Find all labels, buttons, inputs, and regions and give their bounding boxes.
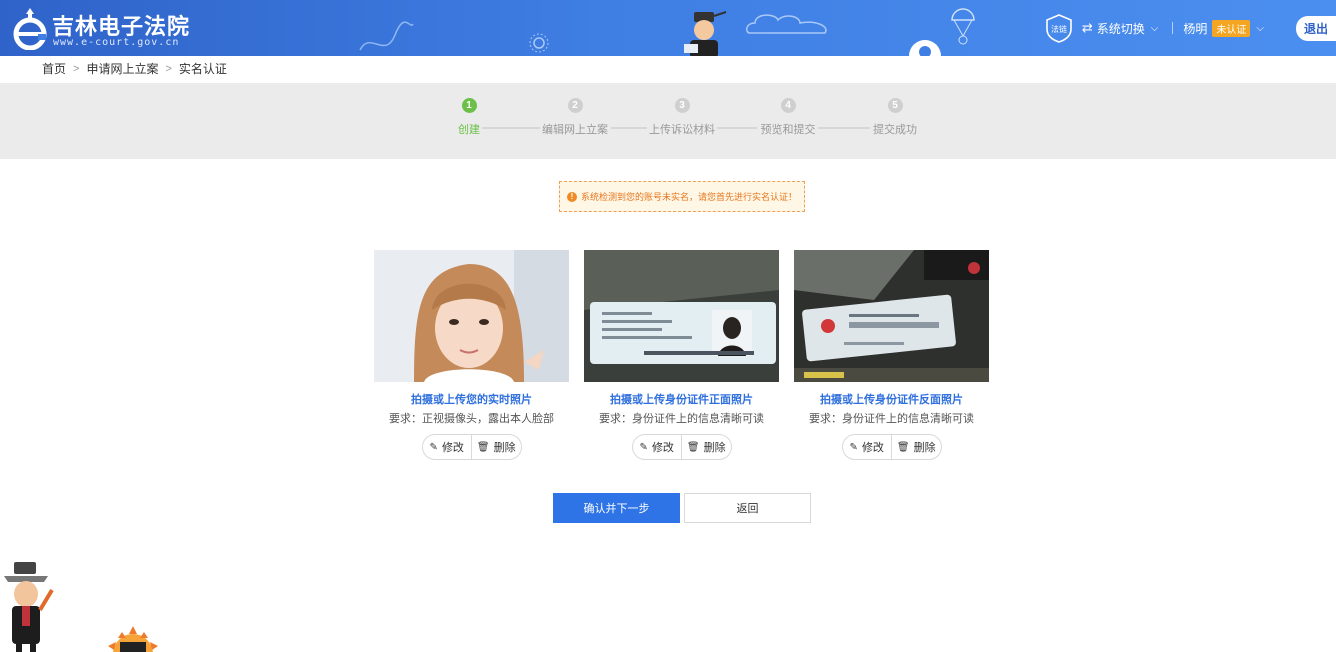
chevron-right-icon: > [73,62,80,75]
delete-button[interactable]: 🗑 删除 [471,435,521,459]
sun-decoration-icon [529,33,549,53]
notice-text: 系统检测到您的账号未实名，请您首先进行实名认证！ [580,192,797,202]
parachute-decoration-icon [951,8,975,45]
trash-icon: 🗑 [476,441,490,453]
chevron-right-icon: > [165,62,172,75]
step-edit-case: 2 编辑网上立案 [535,98,615,137]
breadcrumb-apply-case[interactable]: 申请网上立案 [86,60,158,77]
selfie-photo-icon [374,250,569,382]
robot-decoration-icon [909,40,941,56]
edit-label: 修改 [861,442,884,454]
id-card-back-photo-icon [794,250,989,382]
id-front-image[interactable] [584,250,779,382]
sun-mascot-icon [108,626,158,652]
e-court-logo[interactable] [10,6,50,50]
delete-button[interactable]: 🗑 删除 [891,435,941,459]
unverified-badge: 未认证 [1212,19,1251,37]
edit-label: 修改 [651,442,674,454]
cloud-decoration-icon [745,14,827,34]
step-number: 4 [780,98,796,113]
delete-label: 删除 [703,442,726,454]
delete-button[interactable]: 🗑 删除 [681,435,731,459]
chevron-down-icon: ⌵ [1150,22,1159,34]
system-switch-dropdown[interactable]: ⇄ 系统切换 ⌵ [1082,20,1159,37]
logout-button[interactable]: 退出 [1295,15,1336,41]
pencil-icon: ✎ [429,441,438,453]
progress-steps: 1 创建 2 编辑网上立案 3 上传诉讼材料 4 预览和提交 5 提交成功 [0,83,1336,159]
warning-icon: ! [566,191,577,202]
edit-label: 修改 [441,442,464,454]
step-label: 上传诉讼材料 [649,124,715,136]
swirl-decoration-icon [359,21,414,51]
confirm-next-button[interactable]: 确认并下一步 [553,493,680,523]
card-requirement: 要求：身份证件上的信息清晰可读 [599,413,764,425]
site-url: www.e-court.gov.cn [53,37,180,48]
step-upload-materials: 3 上传诉讼材料 [642,98,722,137]
step-label: 提交成功 [873,124,917,136]
step-number: 5 [887,98,903,113]
top-header: 吉林电子法院 www.e-court.gov.cn 法链 ⇄ 系统切换 ⌵ 杨明… [0,0,1336,56]
step-number: 1 [461,98,477,113]
step-connector [482,127,540,129]
chevron-down-icon: ⌵ [1256,22,1264,34]
trash-icon: 🗑 [686,441,700,453]
step-number: 2 [567,98,583,113]
live-photo-image[interactable] [374,250,569,382]
edit-button[interactable]: ✎ 修改 [423,435,472,459]
verification-notice: ! 系统检测到您的账号未实名，请您首先进行实名认证！ [559,181,805,212]
card-title[interactable]: 拍摄或上传身份证件反面照片 [794,391,989,407]
judge-mascot-icon [4,562,54,652]
step-label: 编辑网上立案 [542,124,608,136]
step-submit-success: 5 提交成功 [855,98,935,137]
id-back-image[interactable] [794,250,989,382]
system-switch-label: 系统切换 [1096,21,1145,36]
breadcrumb-home[interactable]: 首页 [42,60,66,77]
header-divider [1172,22,1174,34]
pencil-icon: ✎ [849,441,858,453]
judge-mascot-icon [684,11,727,56]
user-menu[interactable]: 杨明 未认证 ⌵ [1183,19,1264,37]
card-requirement: 要求：身份证件上的信息清晰可读 [809,413,974,425]
step-label: 创建 [458,124,480,136]
step-create: 1 创建 [429,98,509,137]
swap-icon: ⇄ [1081,20,1093,35]
step-number: 3 [674,98,690,113]
delete-label: 删除 [493,442,516,454]
card-requirement: 要求：正视摄像头，露出本人脸部 [389,413,554,425]
trash-icon: 🗑 [896,441,910,453]
pencil-icon: ✎ [639,441,648,453]
id-back-card: 拍摄或上传身份证件反面照片 要求：身份证件上的信息清晰可读 ✎ 修改 🗑 删除 [794,250,989,460]
law-chain-badge-icon[interactable]: 法链 [1044,13,1074,43]
user-name: 杨明 [1183,21,1208,36]
card-actions: ✎ 修改 🗑 删除 [631,434,732,460]
card-title[interactable]: 拍摄或上传您的实时照片 [374,391,569,407]
step-label: 预览和提交 [760,124,816,136]
id-front-card: 拍摄或上传身份证件正面照片 要求：身份证件上的信息清晰可读 ✎ 修改 🗑 删除 [584,250,779,460]
live-photo-card: 拍摄或上传您的实时照片 要求：正视摄像头，露出本人脸部 ✎ 修改 🗑 删除 [374,250,569,460]
card-actions: ✎ 修改 🗑 删除 [841,434,942,460]
step-preview-submit: 4 预览和提交 [748,98,828,137]
breadcrumb: 首页 > 申请网上立案 > 实名认证 [42,60,227,77]
edit-button[interactable]: ✎ 修改 [843,435,892,459]
edit-button[interactable]: ✎ 修改 [633,435,682,459]
delete-label: 删除 [913,442,936,454]
chain-badge-text: 法链 [1051,24,1067,34]
breadcrumb-current: 实名认证 [178,62,227,76]
id-card-front-photo-icon [584,250,779,382]
card-title[interactable]: 拍摄或上传身份证件正面照片 [584,391,779,407]
back-button[interactable]: 返回 [684,493,811,523]
header-right-nav: 法链 ⇄ 系统切换 ⌵ 杨明 未认证 ⌵ 退出 [1044,0,1336,56]
card-actions: ✎ 修改 🗑 删除 [421,434,522,460]
